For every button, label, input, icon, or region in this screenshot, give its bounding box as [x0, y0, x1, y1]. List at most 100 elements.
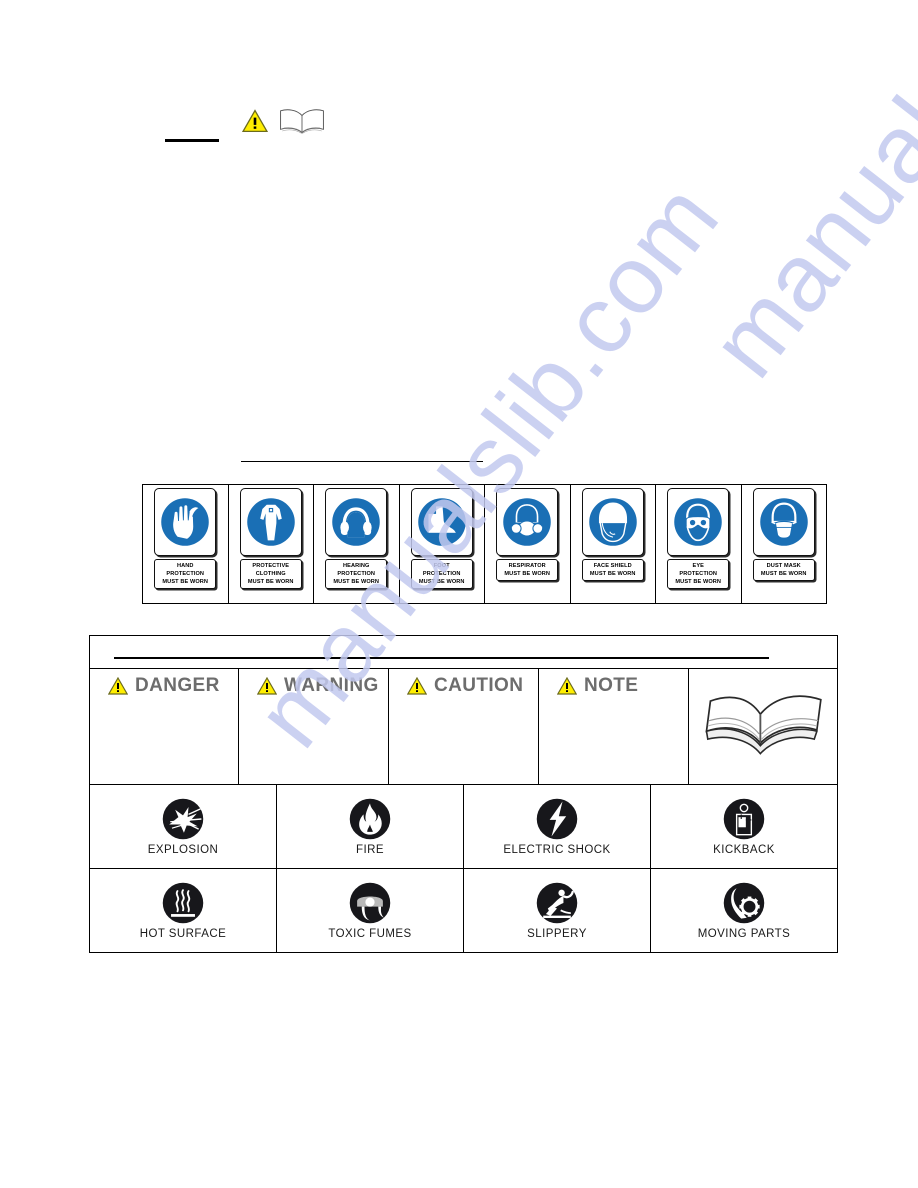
- signal-word-label: NOTE: [584, 674, 639, 696]
- signal-cell-manual-book: [689, 669, 837, 784]
- ppe-label-line: PROTECTION: [337, 570, 376, 577]
- hazard-label: SLIPPERY: [527, 928, 587, 941]
- ppe-label-line: PROTECTIVE: [252, 562, 290, 569]
- ppe-cell-foot-protection: FOOT PROTECTION MUST BE WORN: [400, 485, 485, 603]
- toxic-fumes-icon: [349, 883, 391, 924]
- hazard-cell-hot-surface: HOT SURFACE: [90, 868, 277, 953]
- slippery-icon: [536, 883, 578, 924]
- ppe-label: HAND PROTECTION MUST BE WORN: [154, 559, 217, 590]
- ppe-label-line: HAND: [176, 562, 194, 569]
- ppe-label-line: RESPIRATOR: [508, 562, 546, 569]
- kickback-icon: [723, 798, 765, 840]
- ppe-cell-eye-protection: EYE PROTECTION MUST BE WORN: [656, 485, 742, 603]
- ppe-label-line: PROTECTION: [166, 570, 205, 577]
- ppe-signs-table: HAND PROTECTION MUST BE WORN PROTECTIVE …: [142, 484, 827, 604]
- hazard-cell-electric-shock: ELECTRIC SHOCK: [464, 784, 651, 868]
- hazard-row-2: HOT SURFACE TOXIC FUMES SLIPPERY MOVING …: [90, 868, 837, 953]
- header-underline: [114, 657, 769, 659]
- hazard-cell-slippery: SLIPPERY: [464, 868, 651, 953]
- ppe-label-line: MUST BE WORN: [418, 579, 465, 586]
- signal-word-row: DANGER WARNING CAUTION NOTE: [90, 668, 837, 785]
- ppe-cell-face-shield: FACE SHIELD MUST BE WORN: [571, 485, 656, 603]
- warning-triangle-icon: [242, 109, 268, 133]
- ppe-label-line: FOOT: [433, 562, 450, 569]
- face-shield-icon: [588, 498, 637, 546]
- hazard-cell-moving-parts: MOVING PARTS: [651, 869, 837, 952]
- ppe-label-line: MUST BE WORN: [504, 570, 551, 577]
- hearing-protection-icon: [332, 498, 381, 546]
- ppe-label: FACE SHIELD MUST BE WORN: [581, 559, 644, 581]
- ppe-sign-graphic: [410, 488, 473, 556]
- ppe-label-line: PROTECTION: [679, 570, 718, 577]
- ppe-cell-dust-mask: DUST MASK MUST BE WORN: [742, 485, 827, 603]
- hot-surface-icon: [162, 883, 204, 924]
- ppe-cell-hand-protection: HAND PROTECTION MUST BE WORN: [143, 485, 229, 603]
- ppe-cell-protective-clothing: PROTECTIVE CLOTHING MUST BE WORN: [229, 485, 314, 603]
- signal-word-label: DANGER: [135, 674, 220, 696]
- heading-underline: [165, 139, 219, 142]
- ppe-label-line: FACE SHIELD: [593, 562, 632, 569]
- hazard-label: KICKBACK: [713, 844, 775, 857]
- signal-cell-caution: CAUTION: [389, 668, 539, 784]
- ppe-sign-graphic: [154, 488, 217, 556]
- eye-protection-icon: [674, 498, 723, 546]
- ppe-label-line: MUST BE WORN: [589, 570, 636, 577]
- hazard-cell-explosion: EXPLOSION: [90, 784, 277, 868]
- hand-protection-icon: [161, 498, 210, 546]
- ppe-label-line: MUST BE WORN: [333, 579, 380, 586]
- hazard-label: ELECTRIC SHOCK: [503, 844, 611, 857]
- ppe-label-line: MUST BE WORN: [247, 579, 294, 586]
- document-page: manualslib.com manualslib.com HAND PROTE…: [0, 0, 918, 1188]
- warning-triangle-icon: [257, 676, 277, 695]
- hazard-label: TOXIC FUMES: [328, 928, 412, 941]
- signal-word-label: CAUTION: [434, 674, 524, 696]
- watermark-text: manualslib.com: [690, 0, 918, 397]
- open-book-icon: [280, 109, 324, 134]
- ppe-sign-graphic: [581, 488, 644, 556]
- ppe-cell-hearing-protection: HEARING PROTECTION MUST BE WORN: [314, 485, 400, 603]
- safety-symbols-table: DANGER WARNING CAUTION NOTE EXPLOSION FI…: [89, 635, 838, 953]
- hazard-label: FIRE: [356, 844, 384, 857]
- warning-triangle-icon: [407, 676, 427, 695]
- ppe-label: PROTECTIVE CLOTHING MUST BE WORN: [239, 559, 302, 590]
- hazard-label: EXPLOSION: [147, 844, 219, 857]
- ppe-label-line: MUST BE WORN: [760, 570, 807, 577]
- section-underline: [241, 461, 483, 462]
- foot-protection-icon: [417, 498, 466, 546]
- respirator-icon: [503, 498, 552, 546]
- signal-word-label: WARNING: [284, 674, 379, 696]
- ppe-sign-graphic: [667, 488, 730, 556]
- dust-mask-icon: [759, 498, 808, 546]
- ppe-label-line: PROTECTION: [422, 570, 461, 577]
- protective-clothing-icon: [246, 498, 295, 546]
- signal-cell-note: NOTE: [539, 668, 689, 784]
- ppe-label-line: MUST BE WORN: [675, 579, 722, 586]
- hazard-cell-fire: FIRE: [277, 784, 464, 868]
- ppe-sign-graphic: [496, 488, 559, 556]
- ppe-label-line: DUST MASK: [766, 562, 801, 569]
- warning-triangle-icon: [108, 676, 128, 695]
- ppe-label: FOOT PROTECTION MUST BE WORN: [410, 559, 473, 590]
- signal-cell-warning: WARNING: [239, 668, 389, 784]
- ppe-label-line: HEARING: [343, 562, 370, 569]
- fire-icon: [349, 798, 391, 840]
- hazard-cell-toxic-fumes: TOXIC FUMES: [277, 868, 464, 953]
- hazard-row-1: EXPLOSION FIRE ELECTRIC SHOCK KICKBACK: [90, 784, 837, 869]
- signal-cell-danger: DANGER: [90, 668, 239, 784]
- ppe-label: HEARING PROTECTION MUST BE WORN: [325, 559, 388, 590]
- ppe-label: DUST MASK MUST BE WORN: [752, 559, 815, 581]
- ppe-sign-graphic: [325, 488, 388, 556]
- ppe-label: EYE PROTECTION MUST BE WORN: [667, 559, 730, 590]
- explosion-icon: [162, 798, 204, 840]
- hazard-cell-kickback: KICKBACK: [651, 785, 837, 868]
- hazard-label: MOVING PARTS: [697, 928, 791, 941]
- hazard-label: HOT SURFACE: [139, 928, 227, 941]
- electric-shock-icon: [536, 798, 578, 840]
- ppe-label-line: MUST BE WORN: [162, 579, 209, 586]
- open-book-icon: [705, 695, 822, 755]
- table-header-row: [90, 636, 837, 669]
- ppe-label-line: EYE: [692, 562, 704, 569]
- moving-parts-icon: [723, 883, 765, 924]
- ppe-label-line: CLOTHING: [255, 570, 286, 577]
- ppe-label: RESPIRATOR MUST BE WORN: [496, 559, 559, 581]
